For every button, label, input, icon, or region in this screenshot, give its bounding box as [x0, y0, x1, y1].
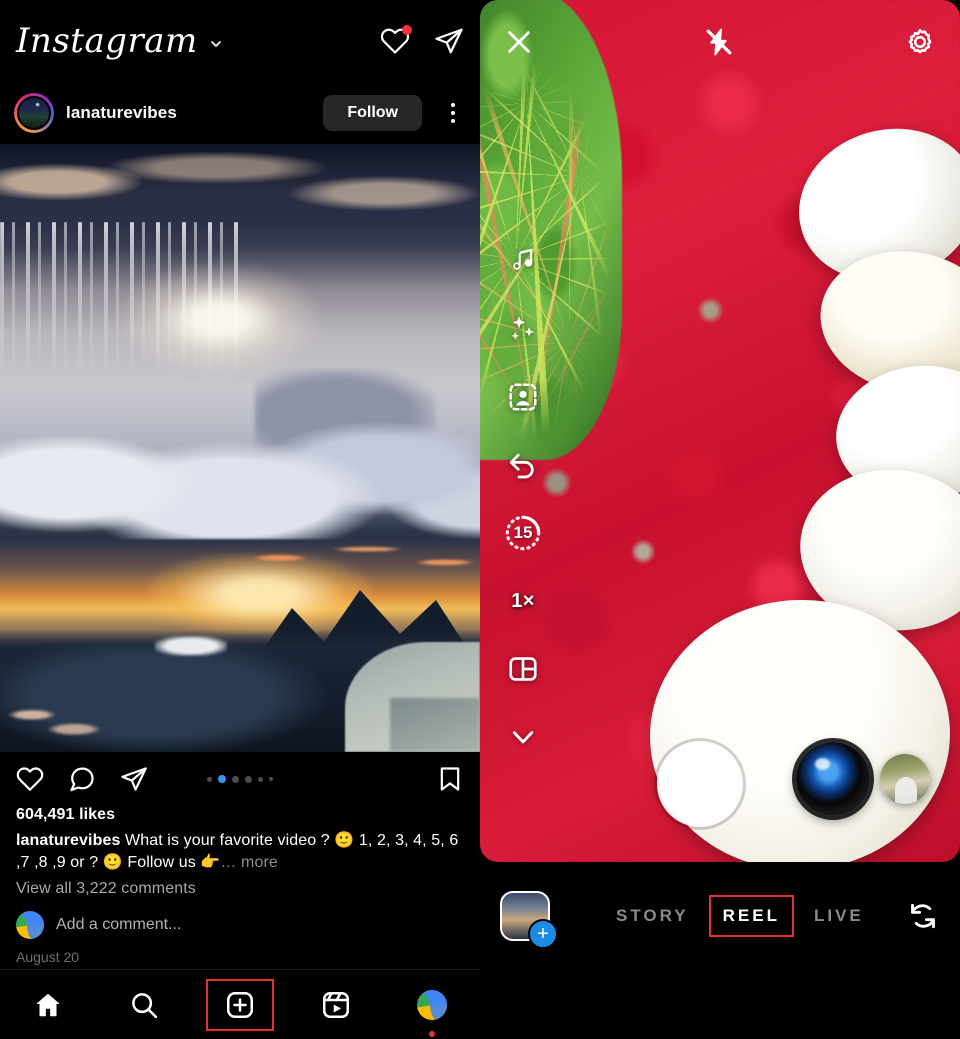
profile-avatar-icon [417, 989, 447, 1020]
carousel-dot-active [218, 775, 226, 783]
close-x-icon[interactable] [504, 27, 534, 57]
feed-header: Instagram [0, 0, 480, 82]
post-media[interactable] [0, 144, 480, 752]
post-action-bar [0, 752, 480, 806]
camera-top-bar [480, 0, 960, 84]
more-options-icon[interactable] [440, 103, 466, 123]
post-media-water-edge [390, 698, 480, 752]
post-actions [16, 765, 148, 793]
like-button[interactable] [16, 765, 44, 793]
nav-home[interactable] [14, 979, 82, 1031]
music-note-icon[interactable] [502, 240, 544, 282]
shutter-button[interactable] [660, 744, 740, 824]
carousel-dot [207, 776, 212, 782]
app-screen: Instagram lanaturevibes Follow 604,491 l… [0, 0, 960, 1039]
gear-icon[interactable] [904, 26, 936, 58]
carousel-dot [258, 776, 263, 782]
speed-value: 1× [511, 589, 535, 612]
avatar-image [17, 96, 51, 130]
comment-button[interactable] [68, 765, 96, 793]
carousel-indicator [207, 775, 273, 783]
caption: lanaturevibes What is your favorite vide… [16, 830, 464, 873]
viewfinder-photo-thumbnail[interactable] [880, 754, 930, 804]
post-media-low-cloud [155, 636, 227, 656]
instagram-feed-panel: Instagram lanaturevibes Follow 604,491 l… [0, 0, 480, 1039]
post-date: August 20 [16, 949, 80, 966]
nav-profile[interactable] [398, 979, 466, 1037]
post-media-lightning [230, 536, 480, 580]
caption-author[interactable]: lanaturevibes [16, 832, 120, 849]
undo-arrow-icon[interactable] [502, 444, 544, 486]
timer-icon[interactable]: 15 [502, 512, 544, 554]
layout-grid-icon[interactable] [502, 648, 544, 690]
bottom-navigation [0, 969, 480, 1039]
share-button[interactable] [120, 765, 148, 793]
avatar[interactable] [14, 93, 54, 133]
post-media-small-clouds [8, 704, 128, 740]
mode-tab-reel[interactable]: REEL [708, 894, 794, 937]
nav-create[interactable] [206, 978, 274, 1031]
caption-block: 604,491 likes lanaturevibes What is your… [0, 806, 480, 940]
camera-tool-rail: 15 1× [502, 240, 544, 758]
sparkles-icon[interactable] [502, 308, 544, 350]
like-count: 604,491 likes [16, 806, 116, 823]
post-media-cloudbank [0, 354, 480, 539]
carousel-dot [232, 775, 239, 783]
add-comment-row[interactable]: Add a comment... [16, 911, 464, 940]
flip-camera-icon[interactable] [906, 899, 940, 933]
chevron-down-icon[interactable] [502, 716, 544, 758]
post-header: lanaturevibes Follow [0, 82, 480, 144]
follow-button[interactable]: Follow [323, 95, 422, 131]
activity-button[interactable] [380, 25, 412, 56]
chevron-down-icon[interactable] [208, 36, 224, 52]
gallery-add-badge[interactable]: + [528, 918, 558, 949]
mode-tab-story[interactable]: STORY [604, 897, 701, 935]
camera-mode-tabs: STORY REEL LIVE [604, 894, 876, 937]
carousel-dot [245, 775, 252, 783]
gallery-thumbnail-icon[interactable]: + [500, 890, 558, 949]
save-button[interactable] [436, 765, 464, 793]
flash-off-icon[interactable] [704, 27, 734, 57]
post-username[interactable]: lanaturevibes [66, 103, 177, 123]
timer-value: 15 [513, 523, 533, 542]
carousel-dot [269, 777, 273, 781]
nav-reels[interactable] [302, 979, 370, 1031]
camera-bottom-bar: + STORY REEL LIVE [480, 862, 960, 969]
caption-more-link[interactable]: … more [220, 854, 278, 871]
profile-notification-dot [429, 1030, 435, 1037]
view-comments-link[interactable]: View all 3,222 comments [16, 880, 464, 898]
activity-badge-dot [402, 25, 412, 35]
add-comment-input[interactable]: Add a comment... [56, 916, 181, 934]
mode-tab-live[interactable]: LIVE [802, 897, 876, 935]
person-frame-icon[interactable] [502, 376, 544, 418]
camera-viewfinder[interactable] [480, 0, 960, 862]
nav-search[interactable] [110, 979, 178, 1031]
speed-icon[interactable]: 1× [502, 580, 544, 622]
instagram-logo[interactable]: Instagram [16, 24, 198, 58]
feed-header-actions [380, 25, 464, 56]
viewfinder-camera-lens [796, 742, 870, 816]
current-user-avatar [16, 911, 44, 940]
direct-message-button[interactable] [434, 26, 464, 56]
camera-panel: 15 1× + STORY REEL LIVE [480, 0, 960, 1039]
